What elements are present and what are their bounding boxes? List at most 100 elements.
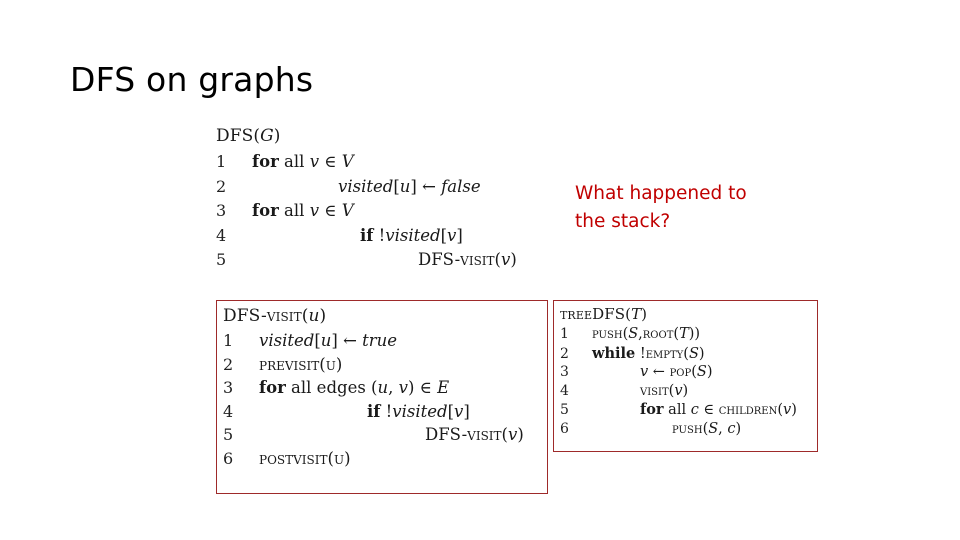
- code-token: G: [260, 126, 274, 146]
- code-line: 3 v ← Pop(S): [560, 364, 812, 380]
- code-line-number: 4: [216, 225, 227, 245]
- code-line-body: PostVisit(u): [247, 449, 351, 468]
- code-line-number: 3: [216, 201, 227, 220]
- code-token: Tree: [560, 305, 593, 323]
- annotation-line: What happened to: [575, 183, 747, 204]
- code-line: 5 for all c ∈ Children(v): [560, 401, 812, 418]
- code-line-body: for all v ∈ V: [240, 152, 354, 171]
- code-line-number: 5: [560, 402, 569, 418]
- code-token: ): [510, 250, 517, 269]
- code-line: 2 while !Empty(S): [560, 345, 812, 362]
- page-title: DFS on graphs: [70, 60, 314, 99]
- code-token: v: [674, 382, 683, 399]
- code-line-number: 3: [223, 378, 234, 397]
- code-token: visited: [259, 331, 315, 350]
- code-token: Visit: [266, 306, 302, 326]
- code-token: ←: [416, 176, 442, 196]
- code-line-number: 2: [560, 345, 569, 362]
- code-token: v: [640, 364, 649, 380]
- code-line-number: 5: [223, 425, 234, 444]
- code-token: all: [278, 152, 310, 171]
- code-line-body: for all c ∈ Children(v): [580, 401, 797, 418]
- code-line-body: for all v ∈ V: [240, 201, 354, 220]
- code-token: ]: [463, 401, 470, 421]
- code-token: V: [341, 201, 354, 220]
- code-line-body: DFS-Visit(v): [240, 250, 517, 269]
- code-token: ∈: [698, 402, 719, 418]
- code-line-body: Visit(v): [580, 383, 688, 399]
- code-token: DFS(: [592, 305, 632, 323]
- code-token: )): [688, 326, 701, 342]
- code-token: u: [333, 448, 345, 468]
- code-line-body: visited[u] ← true: [247, 331, 397, 350]
- code-line: 3 for all v ∈ V: [216, 201, 566, 220]
- code-line-number: 1: [216, 152, 227, 171]
- code-token: Visit: [467, 425, 502, 444]
- code-token: V: [341, 152, 354, 171]
- code-token: c: [690, 402, 699, 418]
- code-token: v: [447, 225, 457, 245]
- code-token: S: [628, 326, 639, 342]
- code-line-body: Push(S,Root(T)): [580, 326, 700, 342]
- code-line-number: 5: [216, 250, 227, 269]
- code-token: Push: [592, 326, 623, 342]
- code-token: v: [309, 201, 320, 220]
- code-token: S: [688, 345, 699, 362]
- code-token: all: [278, 201, 310, 220]
- code-token: c: [727, 420, 736, 437]
- code-line: 2 visited[u] ← false: [216, 177, 566, 196]
- code-line-number: 3: [560, 364, 569, 380]
- code-line-number: 6: [223, 448, 234, 468]
- pseudocode-block-dfs: DFS(G) 1 for all v ∈ V 2 visited[u] ← false 3…: [216, 126, 566, 275]
- code-line-number: 2: [223, 354, 234, 374]
- code-header: TreeDFS(T): [560, 305, 812, 323]
- code-token: T: [679, 326, 689, 342]
- code-token: DFS-: [223, 306, 267, 326]
- code-line-body: while !Empty(S): [580, 345, 705, 362]
- code-line-body: visited[u] ← false: [240, 177, 481, 196]
- code-line: 2 PreVisit(u): [223, 355, 541, 374]
- code-token: for: [252, 201, 279, 220]
- code-token: visited: [385, 225, 441, 245]
- code-line-number: 4: [560, 382, 569, 399]
- code-line: 6 PostVisit(u): [223, 449, 541, 468]
- code-token: DFS-: [418, 250, 461, 269]
- code-token: ,: [388, 378, 399, 397]
- code-line-number: 1: [223, 331, 234, 350]
- code-token: Visit: [640, 382, 669, 399]
- code-token: ): [273, 126, 281, 146]
- code-line-body: PreVisit(u): [247, 355, 342, 374]
- code-token: all: [663, 402, 691, 418]
- code-token: ) ∈: [407, 378, 438, 397]
- code-token: ): [319, 306, 327, 326]
- code-token: Children: [718, 402, 778, 418]
- code-token: ): [791, 402, 797, 418]
- code-token: ): [344, 448, 351, 468]
- code-token: ): [735, 420, 742, 437]
- code-token: Pop: [669, 364, 692, 380]
- code-line: 5 DFS-Visit(v): [216, 250, 566, 269]
- code-token: Empty: [645, 345, 684, 362]
- code-token: T: [631, 305, 642, 323]
- code-token: ←: [648, 364, 670, 380]
- code-header: DFS-Visit(u): [223, 306, 541, 326]
- code-token: DFS(: [216, 126, 261, 146]
- code-token: u: [308, 306, 320, 326]
- code-token: while: [592, 344, 636, 362]
- code-line: 6 Push(S, c): [560, 421, 812, 437]
- code-line-body: Push(S, c): [580, 421, 741, 437]
- code-line-number: 6: [560, 420, 569, 437]
- code-token: v: [398, 378, 408, 397]
- code-token: ,: [718, 420, 728, 437]
- code-token: u: [325, 354, 336, 374]
- annotation-stack-question: What happened to the stack?: [575, 180, 810, 236]
- annotation-line: the stack?: [575, 211, 671, 232]
- code-token: ): [698, 345, 705, 362]
- code-token: v: [309, 152, 320, 171]
- pseudocode-block-dfs-visit: DFS-Visit(u) 1 visited[u] ← true 2 PreVisit(…: [216, 300, 548, 494]
- code-token: v: [783, 402, 792, 418]
- code-token: E: [437, 378, 450, 397]
- code-line: 1 visited[u] ← true: [223, 331, 541, 350]
- code-token: true: [362, 331, 398, 350]
- code-token: for: [252, 152, 279, 171]
